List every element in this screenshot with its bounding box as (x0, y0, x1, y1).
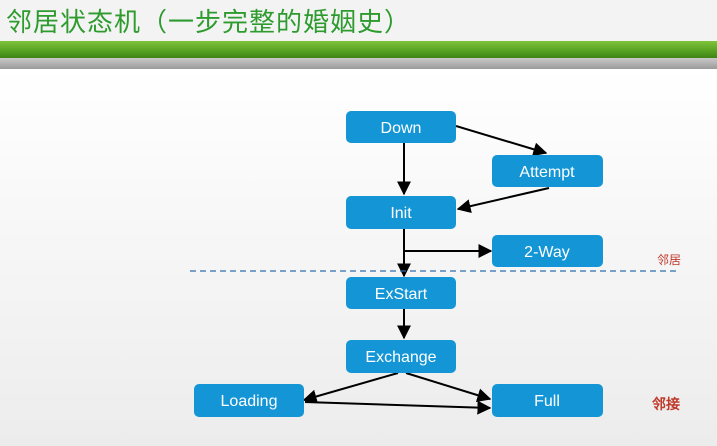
edge-exchange-loading (302, 372, 399, 404)
state-2way: 2-Way (492, 235, 603, 267)
state-down: Down (346, 111, 456, 143)
edge-exchange-full (405, 372, 492, 402)
state-exchange-label: Exchange (365, 349, 436, 366)
state-full: Full (492, 384, 603, 417)
edge-loading-full (304, 400, 492, 415)
state-loading-label: Loading (221, 393, 278, 410)
state-attempt-label: Attempt (519, 164, 575, 181)
state-init-label: Init (390, 205, 412, 222)
state-exstart-label: ExStart (375, 286, 428, 303)
edge-down-attempt (455, 125, 548, 157)
state-2way-label: 2-Way (524, 244, 570, 261)
state-full-label: Full (534, 393, 560, 410)
state-attempt: Attempt (492, 155, 603, 187)
edge-init-2way (403, 229, 493, 258)
state-diagram: Down Attempt Init 2-Way ExStart Exchange… (190, 111, 681, 417)
state-exstart: ExStart (346, 277, 456, 309)
state-init: Init (346, 196, 456, 229)
state-down-label: Down (381, 120, 422, 137)
edge-attempt-init (456, 187, 550, 213)
annotation-adjacency: 邻接 (652, 396, 680, 413)
state-loading: Loading (194, 384, 304, 417)
state-exchange: Exchange (346, 340, 456, 373)
annotation-neighbor: 邻居 (657, 253, 681, 267)
